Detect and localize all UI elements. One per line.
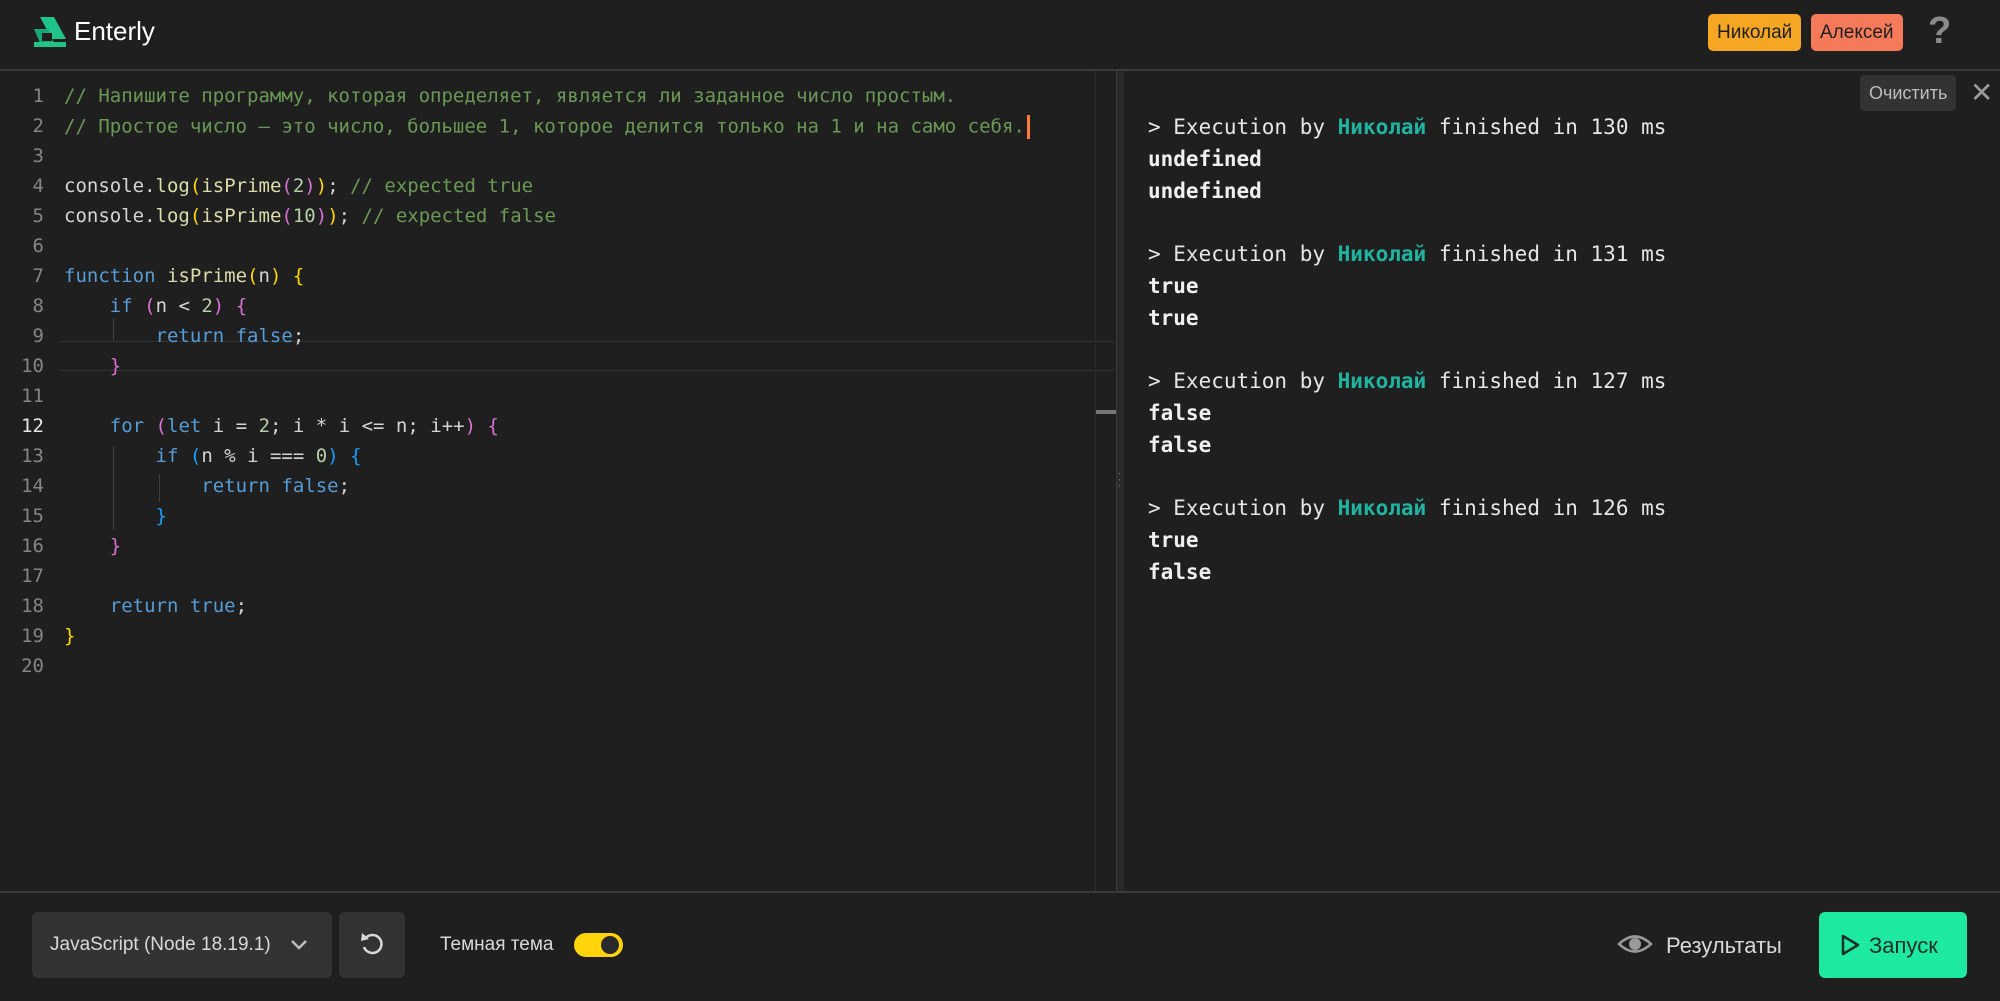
output-value: true: [1148, 274, 1199, 298]
line-number: 2: [32, 115, 44, 137]
output-run-header: > Execution by Николай finished in 130 m…: [1148, 115, 1666, 139]
close-output-icon[interactable]: ✕: [1970, 76, 1993, 109]
run-suffix: finished in 126 ms: [1426, 496, 1667, 520]
code-line[interactable]: function isPrime(n) {: [64, 265, 304, 287]
line-number: 5: [32, 205, 44, 227]
run-prefix: > Execution by: [1148, 369, 1338, 393]
line-number: 10: [21, 355, 44, 377]
line-number: 7: [32, 265, 44, 287]
code-line[interactable]: }: [64, 355, 121, 377]
scrollbar-cursor-marker: [1096, 410, 1116, 414]
run-suffix: finished in 131 ms: [1426, 242, 1667, 266]
splitter-handle-icon[interactable]: · · ·: [1117, 467, 1122, 491]
run-user: Николай: [1337, 242, 1427, 266]
code-line[interactable]: console.log(isPrime(10)); // expected fa…: [64, 205, 556, 227]
toggle-knob[interactable]: [601, 936, 619, 954]
brand-name[interactable]: Enterly: [74, 16, 155, 47]
clear-output-button[interactable]: Очистить: [1860, 75, 1957, 111]
run-prefix: > Execution by: [1148, 115, 1338, 139]
code-line[interactable]: return false;: [64, 325, 305, 347]
line-number: 20: [21, 655, 44, 677]
enterly-logo-icon[interactable]: [32, 15, 68, 49]
user-badge-aleksei[interactable]: Алексей: [1811, 14, 1903, 51]
top-bar: [0, 0, 2000, 71]
run-suffix: finished in 127 ms: [1426, 369, 1667, 393]
run-suffix: finished in 130 ms: [1426, 115, 1667, 139]
code-line[interactable]: if (n % i === 0) {: [64, 445, 362, 467]
line-number: 16: [21, 535, 44, 557]
line-number: 6: [32, 235, 44, 257]
output-value: undefined: [1148, 147, 1262, 171]
line-number: 9: [32, 325, 44, 347]
text-cursor: [1026, 115, 1030, 139]
output-value: true: [1148, 528, 1199, 552]
run-user: Николай: [1337, 115, 1427, 139]
output-value: false: [1148, 433, 1212, 457]
output-value: undefined: [1148, 179, 1262, 203]
user-badge-nikolai[interactable]: Николай: [1708, 14, 1802, 51]
code-line[interactable]: console.log(isPrime(2)); // expected tru…: [64, 175, 533, 197]
line-number: 8: [32, 295, 44, 317]
help-icon[interactable]: ?: [1928, 10, 1951, 53]
chevron-down-icon[interactable]: [287, 932, 311, 956]
code-line[interactable]: }: [64, 625, 75, 647]
output-value: true: [1148, 306, 1199, 330]
line-number-active: 12: [21, 415, 44, 437]
line-number: 19: [21, 625, 44, 647]
line-number: 14: [21, 475, 44, 497]
output-run-header: > Execution by Николай finished in 127 m…: [1148, 369, 1666, 393]
run-user: Николай: [1337, 369, 1427, 393]
line-number: 15: [21, 505, 44, 527]
code-line[interactable]: }: [64, 505, 167, 527]
editor-scrollbar[interactable]: [1095, 71, 1096, 891]
output-run-header: > Execution by Николай finished in 126 m…: [1148, 496, 1666, 520]
eye-icon[interactable]: [1617, 929, 1653, 959]
run-prefix: > Execution by: [1148, 242, 1338, 266]
output-run-header: > Execution by Николай finished in 131 m…: [1148, 242, 1666, 266]
results-button[interactable]: Результаты: [1666, 933, 1782, 959]
line-number: 18: [21, 595, 44, 617]
line-number: 3: [32, 145, 44, 167]
code-line[interactable]: return true;: [64, 595, 247, 617]
language-select-value[interactable]: JavaScript (Node 18.19.1): [50, 934, 271, 956]
run-prefix: > Execution by: [1148, 496, 1338, 520]
code-line[interactable]: // Напишите программу, которая определяе…: [64, 85, 956, 107]
line-number: 4: [32, 175, 44, 197]
run-button-label[interactable]: Запуск: [1869, 933, 1938, 959]
run-user: Николай: [1337, 496, 1427, 520]
code-line[interactable]: if (n < 2) {: [64, 295, 247, 317]
line-number: 11: [21, 385, 44, 407]
line-number: 17: [21, 565, 44, 587]
play-icon[interactable]: [1840, 934, 1860, 956]
code-line[interactable]: }: [64, 535, 121, 557]
code-line[interactable]: return false;: [64, 475, 350, 497]
line-number: 1: [32, 85, 44, 107]
reset-icon[interactable]: [357, 929, 387, 959]
dark-theme-label: Темная тема: [440, 934, 554, 955]
code-line[interactable]: // Простое число — это число, большее 1,…: [64, 115, 1030, 139]
output-value: false: [1148, 560, 1212, 584]
line-number: 13: [21, 445, 44, 467]
output-value: false: [1148, 401, 1212, 425]
code-line[interactable]: for (let i = 2; i * i <= n; i++) {: [64, 415, 499, 437]
